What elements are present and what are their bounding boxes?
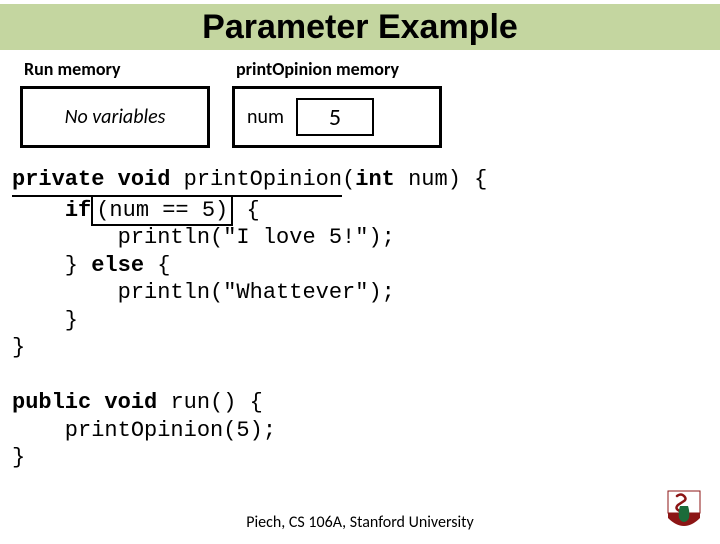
else-pre: } bbox=[12, 253, 91, 278]
signature-underline: private void printOpinion bbox=[12, 166, 342, 197]
title-band: Parameter Example bbox=[0, 4, 720, 50]
brace-inner: } bbox=[12, 308, 78, 333]
printopinion-memory-box: num 5 bbox=[232, 86, 442, 148]
fn-name: printOpinion bbox=[184, 167, 342, 192]
variable-value-box: 5 bbox=[296, 98, 374, 136]
line-love: println("I love 5!"); bbox=[12, 225, 395, 250]
kw-void: void bbox=[118, 167, 171, 192]
if-tail: { bbox=[233, 198, 259, 223]
kw-else: else bbox=[91, 253, 144, 278]
run-call: printOpinion(5); bbox=[12, 418, 276, 443]
paren-open: ( bbox=[342, 167, 355, 192]
kw-public: public bbox=[12, 390, 91, 415]
code-block: private void printOpinion(int num) { if(… bbox=[0, 148, 720, 472]
brace-outer: } bbox=[12, 335, 25, 360]
kw-private: private bbox=[12, 167, 104, 192]
line-whatever: println("Whattever"); bbox=[12, 280, 395, 305]
param-tail: num) { bbox=[395, 167, 487, 192]
run-memory-header: Run memory bbox=[20, 58, 210, 80]
run-memory-column: Run memory No variables bbox=[20, 58, 210, 148]
printopinion-memory-column: printOpinion memory num 5 bbox=[232, 58, 442, 148]
else-tail: { bbox=[144, 253, 170, 278]
printopinion-memory-header: printOpinion memory bbox=[232, 58, 442, 80]
variable-label: num bbox=[247, 105, 284, 129]
run-close: } bbox=[12, 445, 25, 470]
memory-row: Run memory No variables printOpinion mem… bbox=[0, 50, 720, 148]
kw-int: int bbox=[355, 167, 395, 192]
stanford-logo-icon bbox=[664, 488, 704, 532]
kw-void-run: void bbox=[104, 390, 157, 415]
no-variables-text: No variables bbox=[65, 105, 166, 129]
run-sig: run() { bbox=[170, 390, 262, 415]
footer-text: Piech, CS 106A, Stanford University bbox=[0, 513, 720, 532]
slide-title: Parameter Example bbox=[202, 8, 518, 47]
variable-value: 5 bbox=[329, 103, 341, 132]
run-memory-box: No variables bbox=[20, 86, 210, 148]
condition-box: (num == 5) bbox=[91, 195, 233, 227]
kw-if: if bbox=[65, 198, 91, 223]
